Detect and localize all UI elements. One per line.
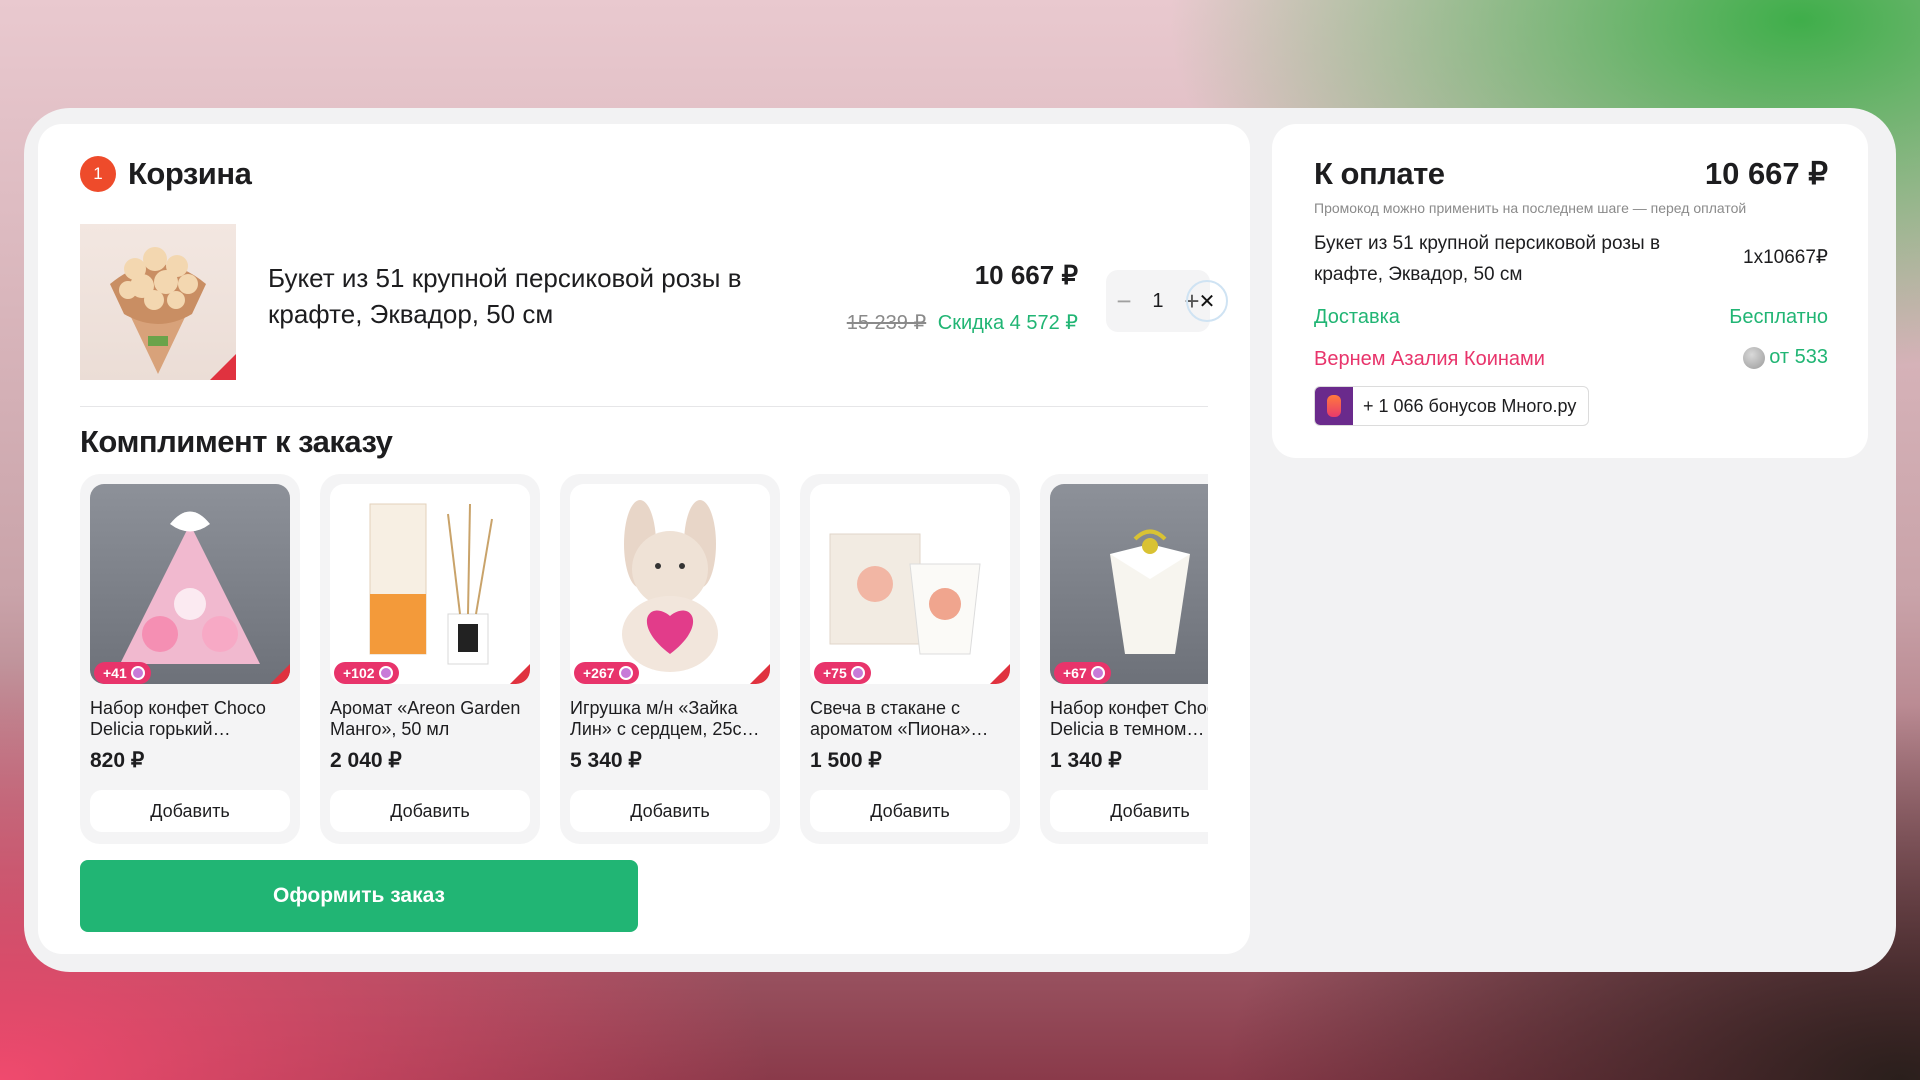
product-price: 2 040 ₽ <box>330 749 402 772</box>
add-button[interactable]: Добавить <box>810 790 1010 832</box>
cart-count-badge: 1 <box>80 156 116 192</box>
compliment-title: Комплимент к заказу <box>80 424 393 459</box>
product-name: Свеча в стакане с ароматом «Пиона»… <box>810 698 989 739</box>
mnogo-bonus-chip: + 1 066 бонусов Много.ру <box>1314 386 1590 426</box>
product-image[interactable] <box>570 484 770 684</box>
product-price: 5 340 ₽ <box>570 749 642 772</box>
cart-item-name[interactable]: Букет из 51 крупной персиковой розы в кр… <box>268 260 768 332</box>
cart-title: Корзина <box>128 156 252 191</box>
promo-note: Промокод можно применить на последнем ша… <box>1314 200 1747 216</box>
add-button[interactable]: Добавить <box>90 790 290 832</box>
product-card[interactable]: +75 Свеча в стакане с ароматом «Пиона»… … <box>800 474 1020 844</box>
bonus-badge: +75 <box>814 662 871 684</box>
bonus-badge: +67 <box>1054 662 1111 684</box>
product-image[interactable] <box>90 484 290 684</box>
delivery-label: Доставка <box>1314 306 1400 328</box>
payment-total: 10 667 ₽ <box>1704 156 1828 191</box>
payment-summary-panel: К оплате 10 667 ₽ Промокод можно примени… <box>1272 124 1868 458</box>
cart-item-old-price: 15 239 ₽ <box>846 312 927 334</box>
cart-panel: 1 Корзина Букет из 51 крупной персиковой… <box>38 124 1250 954</box>
decrease-button[interactable]: − <box>1116 286 1131 317</box>
close-icon: ✕ <box>1198 290 1216 313</box>
summary-item-name: Букет из 51 крупной персиковой розы в кр… <box>1314 233 1661 285</box>
bonus-badge: +41 <box>94 662 151 684</box>
product-name: Игрушка м/н «Зайка Лин» с сердцем, 25с… <box>570 698 760 739</box>
product-name: Набор конфет Choco Delicia в темном… <box>1050 698 1208 739</box>
bonus-coin-icon <box>850 666 865 680</box>
coins-value: от 533 <box>1743 346 1828 369</box>
cart-item-price: 10 667 ₽ <box>974 260 1078 290</box>
delivery-value: Бесплатно <box>1729 306 1828 328</box>
bonus-badge: +102 <box>334 662 399 684</box>
mnogo-logo-icon <box>1315 387 1353 425</box>
coins-label: Вернем Азалия Коинами <box>1314 348 1545 370</box>
product-price: 1 340 ₽ <box>1050 749 1122 772</box>
remove-item-button[interactable]: ✕ <box>1186 280 1228 322</box>
product-price: 1 500 ₽ <box>810 749 882 772</box>
add-button[interactable]: Добавить <box>330 790 530 832</box>
bonus-coin-icon <box>618 666 633 680</box>
product-image[interactable] <box>1050 484 1208 684</box>
bonus-coin-icon <box>130 666 145 680</box>
cart-header: 1 Корзина <box>80 156 252 192</box>
coin-icon <box>1743 346 1766 369</box>
add-button[interactable]: Добавить <box>1050 790 1208 832</box>
divider <box>80 406 1208 407</box>
product-card[interactable]: +267 Игрушка м/н «Зайка Лин» с сердцем, … <box>560 474 780 844</box>
bonus-badge: +267 <box>574 662 639 684</box>
cart-item-discount: Скидка 4 572 ₽ <box>937 312 1078 334</box>
cart-item-price-details: 15 239 ₽ Скидка 4 572 ₽ <box>738 310 1078 335</box>
checkout-button[interactable]: Оформить заказ <box>80 860 638 932</box>
quantity-value: 1 <box>1152 289 1164 312</box>
summary-item-qty: 1x10667₽ <box>1743 247 1828 268</box>
product-name: Аромат «Areon Garden Манго», 50 мл <box>330 698 521 739</box>
product-price: 820 ₽ <box>90 749 145 772</box>
bonus-coin-icon <box>1090 666 1105 680</box>
bonus-coin-icon <box>378 666 393 680</box>
app-frame: 1 Корзина Букет из 51 крупной персиковой… <box>24 108 1896 972</box>
add-button[interactable]: Добавить <box>570 790 770 832</box>
bonus-text: + 1 066 бонусов Много.ру <box>1363 395 1577 416</box>
compliment-carousel: +41 Набор конфет Choco Delicia горький… … <box>80 474 1208 844</box>
payment-title: К оплате <box>1314 156 1445 191</box>
product-card[interactable]: +67 Набор конфет Choco Delicia в темном…… <box>1040 474 1208 844</box>
product-card[interactable]: +102 Аромат «Areon Garden Манго», 50 мл … <box>320 474 540 844</box>
product-image[interactable] <box>330 484 530 684</box>
product-image[interactable] <box>810 484 1010 684</box>
bouquet-image[interactable] <box>80 224 236 380</box>
product-card[interactable]: +41 Набор конфет Choco Delicia горький… … <box>80 474 300 844</box>
product-name: Набор конфет Choco Delicia горький… <box>90 698 266 739</box>
